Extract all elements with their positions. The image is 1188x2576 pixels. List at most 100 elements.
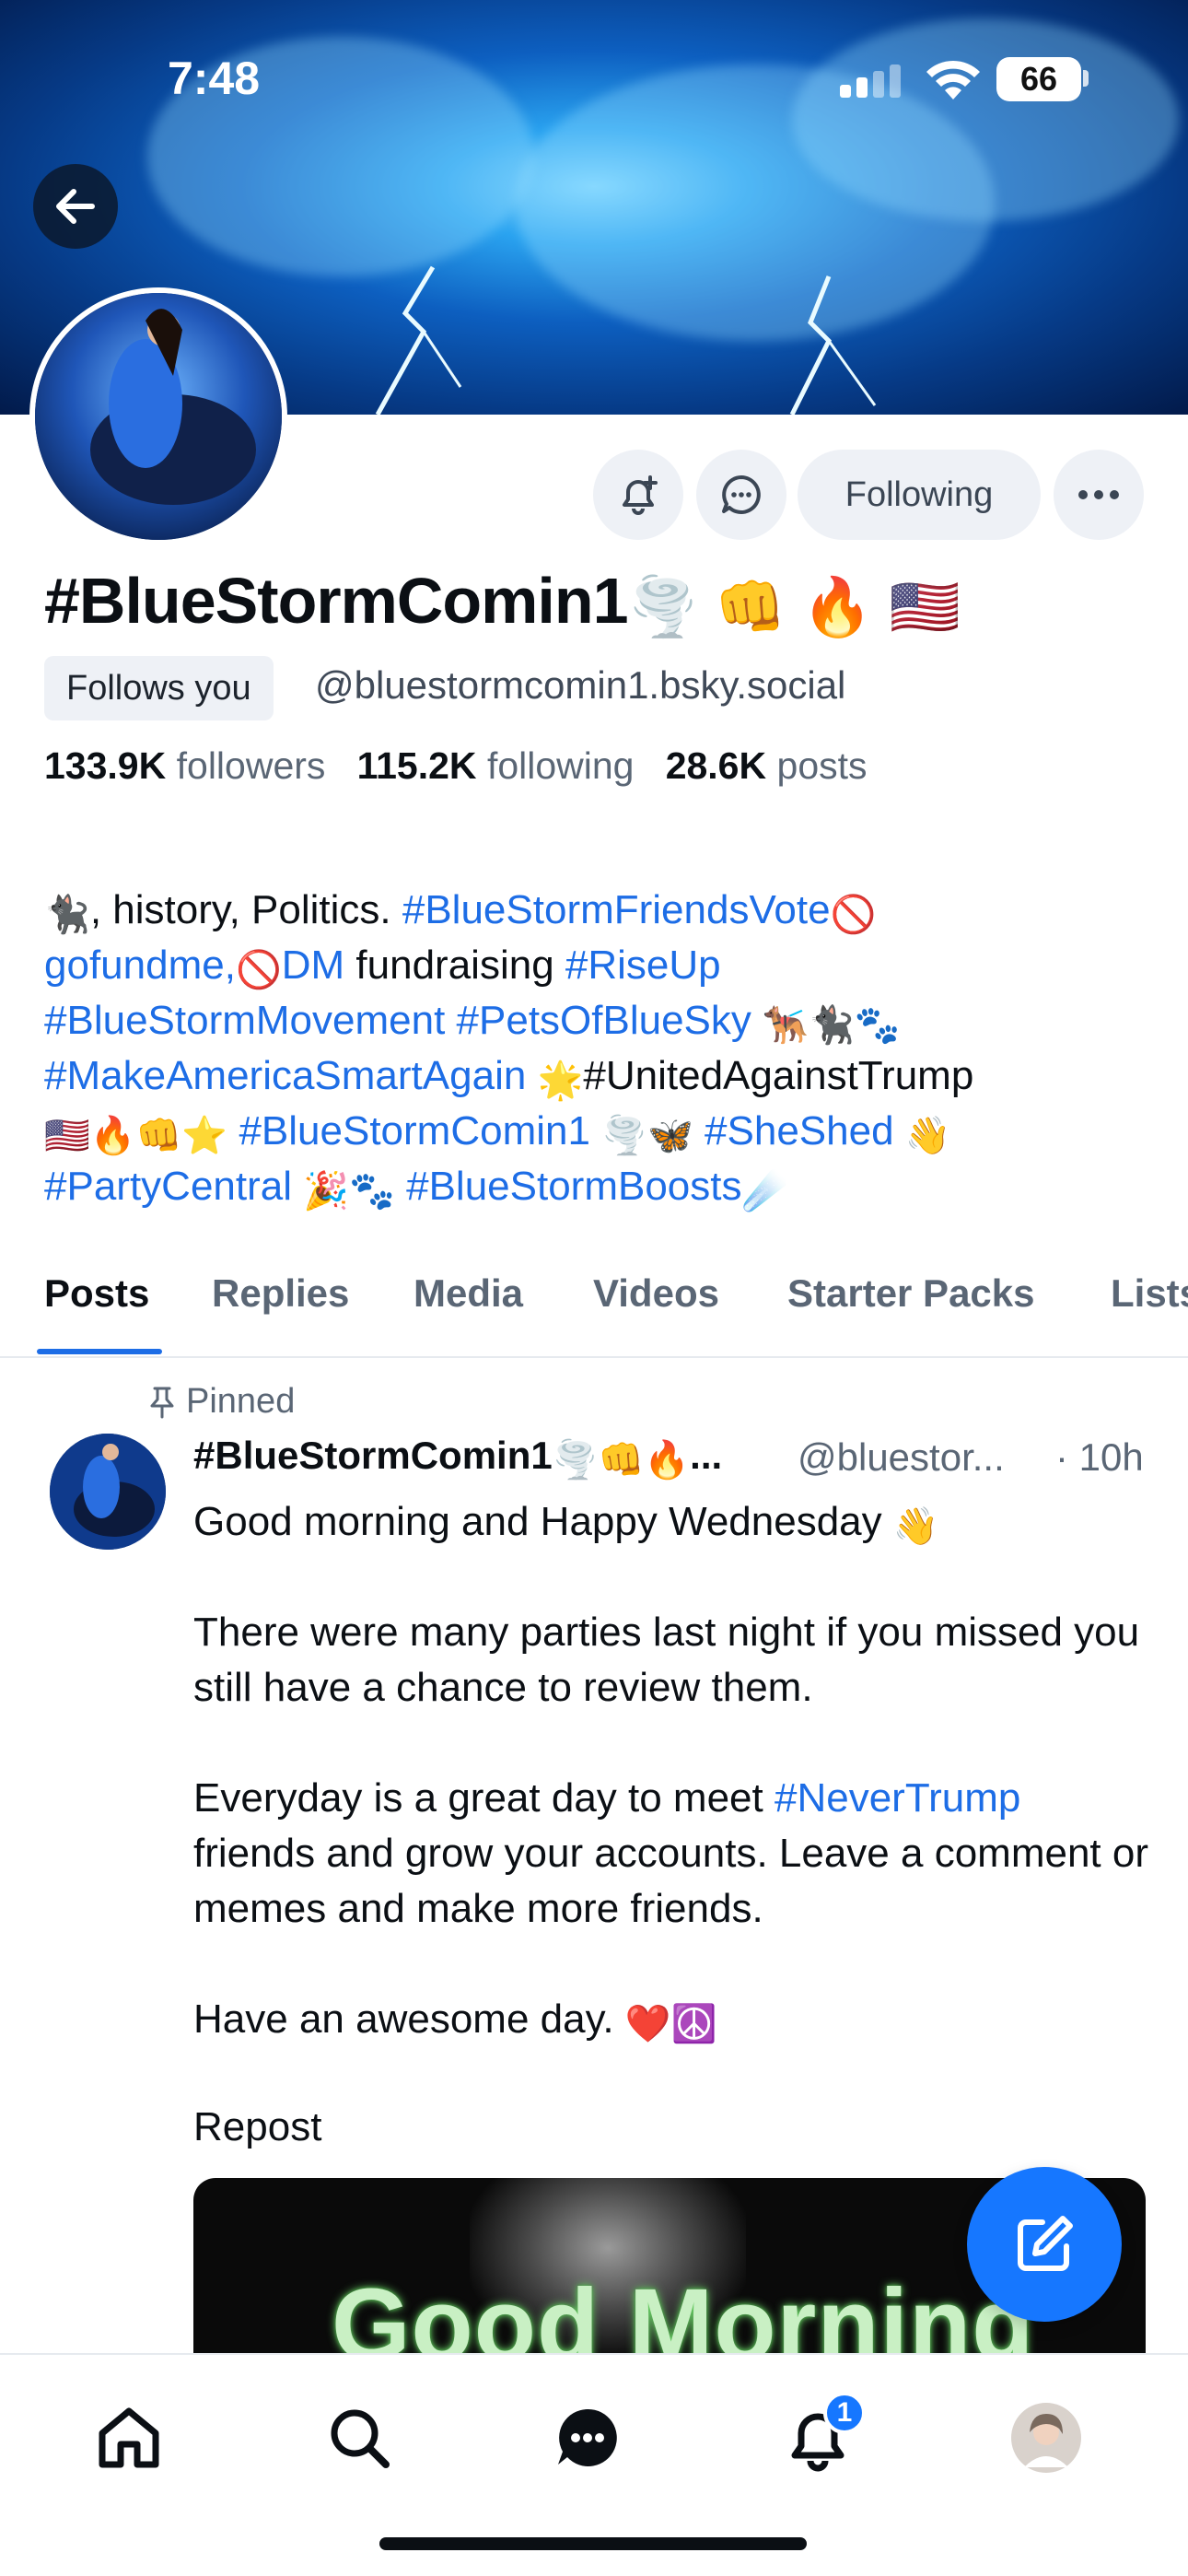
message-button[interactable] [696, 450, 786, 540]
us-flag-emoji: 🇺🇸 [889, 576, 961, 639]
bio-line: gofundme,🚫DM fundraising #RiseUp [44, 938, 1168, 993]
image-text: Good Morning [332, 2268, 1035, 2353]
subscribe-notifications-button[interactable] [593, 450, 683, 540]
tab-starter-packs[interactable]: Starter Packs [787, 1271, 1035, 1316]
hashtag-link[interactable]: #PartyCentral [44, 1164, 292, 1209]
hashtag-link[interactable]: #BlueStormMovement [44, 998, 445, 1043]
followers-stat[interactable]: 133.9K followers [44, 744, 325, 787]
nav-notifications[interactable]: 1 [772, 2392, 866, 2484]
home-icon [99, 2407, 159, 2468]
hashtag-link[interactable]: #SheShed [705, 1108, 894, 1153]
tab-replies[interactable]: Replies [212, 1271, 349, 1316]
more-options-button[interactable] [1054, 450, 1144, 540]
cat-emoji: 🐈‍⬛ [44, 895, 90, 935]
post-author-name[interactable]: #BlueStormComin1🌪️👊🔥... [193, 1434, 722, 1479]
followers-count: 133.9K [44, 744, 167, 787]
post-author-avatar[interactable] [50, 1434, 166, 1550]
following-button[interactable]: Following [798, 450, 1041, 540]
posts-count: 28.6K [665, 744, 767, 787]
bio-text: fundraising [344, 943, 565, 988]
hashtag-link[interactable]: #PetsOfBlueSky [457, 998, 751, 1043]
following-button-label: Following [844, 474, 994, 514]
bell-plus-icon [623, 475, 658, 515]
pinned-indicator: Pinned [147, 1382, 295, 1422]
profile-avatar-icon [1011, 2403, 1081, 2473]
following-label: following [486, 744, 635, 787]
hashtag-link[interactable]: #BlueStormComin1 [239, 1108, 590, 1153]
hashtag-link[interactable]: #BlueStormBoosts [406, 1164, 741, 1209]
tab-posts[interactable]: Posts [44, 1271, 149, 1316]
compose-post-button[interactable] [967, 2167, 1122, 2322]
chat-icon [558, 2408, 617, 2466]
bio-line: 🐈‍⬛, history, Politics. #BlueStormFriend… [44, 883, 1168, 938]
post-text: Good morning and Happy Wednesday [193, 1499, 893, 1544]
profile-bio: 🐈‍⬛, history, Politics. #BlueStormFriend… [44, 883, 1168, 1214]
wave-emoji: 👋 [904, 1116, 951, 1156]
bio-link[interactable]: gofundme, [44, 943, 236, 988]
avatar-image [50, 1434, 166, 1550]
profile-tabs: Posts Replies Media Videos Starter Packs… [0, 1259, 1188, 1358]
post-timestamp[interactable]: · 10h [1055, 1435, 1144, 1480]
profile-stats: 133.9K followers 115.2K following 28.6K … [44, 744, 868, 788]
prohibited-emoji: 🚫 [235, 950, 282, 990]
fist-emoji: 👊 [715, 576, 786, 639]
cellular-signal-icon [840, 64, 901, 98]
back-button[interactable] [33, 164, 118, 249]
arrow-left-icon [56, 189, 95, 224]
tornado-emoji: 🌪️ [627, 576, 699, 639]
pinned-label: Pinned [186, 1382, 296, 1421]
post-paragraph: Good morning and Happy Wednesday 👋 [193, 1494, 1151, 1550]
follows-you-badge: Follows you [44, 656, 274, 720]
notification-badge: 1 [823, 2392, 866, 2434]
tab-lists[interactable]: Lists [1111, 1271, 1188, 1316]
star-emoji: 🌟 [537, 1060, 584, 1101]
nav-profile[interactable] [1000, 2392, 1092, 2484]
wave-emoji: 👋 [892, 1506, 939, 1547]
status-time: 7:48 [168, 53, 261, 104]
post-author-text: #BlueStormComin1 [193, 1434, 553, 1477]
bio-text: #UnitedAgainstTrump [583, 1053, 974, 1098]
tornado-butterfly-emoji: 🌪️🦋 [601, 1116, 693, 1156]
bio-text: , history, Politics. [89, 887, 402, 932]
post-text: friends and grow your accounts. Leave a … [193, 1831, 1148, 1931]
nav-home[interactable] [83, 2392, 175, 2484]
post-paragraph: Everyday is a great day to meet #NeverTr… [193, 1771, 1151, 1937]
posts-label: posts [776, 744, 868, 787]
avatar-image [35, 293, 282, 540]
hashtag-link[interactable]: #NeverTrump [775, 1775, 1020, 1821]
party-paws-emoji: 🎉🐾 [303, 1171, 395, 1212]
pin-icon [150, 1387, 174, 1418]
ellipsis-icon [1078, 490, 1119, 499]
post-text: Have an awesome day. [193, 1996, 625, 2042]
flag-fire-fist-star-emoji: 🇺🇸🔥👊⭐ [44, 1116, 228, 1156]
display-name-text: #BlueStormComin1 [44, 565, 629, 637]
hashtag-link[interactable]: #MakeAmericaSmartAgain [44, 1053, 526, 1098]
profile-handle: @bluestormcomin1.bsky.social [315, 663, 846, 707]
tab-videos[interactable]: Videos [593, 1271, 719, 1316]
battery-indicator: 66 [996, 57, 1081, 101]
hashtag-link[interactable]: #BlueStormFriendsVote [402, 887, 831, 932]
posts-stat: 28.6K posts [666, 744, 868, 787]
compose-pencil-icon [1018, 2216, 1073, 2271]
tab-media[interactable]: Media [413, 1271, 523, 1316]
author-ellipsis: ... [690, 1434, 723, 1477]
post-body[interactable]: Good morning and Happy Wednesday 👋 There… [193, 1494, 1151, 2102]
bio-line: #PartyCentral 🎉🐾 #BlueStormBoosts☄️ [44, 1159, 1168, 1214]
pets-emoji: 🐕‍🦺🐈‍⬛🐾 [763, 1005, 901, 1046]
hashtag-link[interactable]: #RiseUp [565, 943, 721, 988]
active-tab-indicator [37, 1349, 162, 1354]
following-count: 115.2K [356, 744, 477, 787]
bio-link[interactable]: DM [282, 943, 344, 988]
search-icon [331, 2409, 390, 2468]
nav-search[interactable] [313, 2392, 405, 2484]
status-bar: 7:48 66 [0, 0, 1188, 147]
followers-label: followers [176, 744, 326, 787]
nav-messages[interactable] [542, 2392, 634, 2484]
profile-display-name: #BlueStormComin1🌪️ 👊 🔥 🇺🇸 [44, 564, 961, 639]
prohibited-emoji: 🚫 [830, 895, 877, 935]
post-author-handle[interactable]: @bluestor... [798, 1435, 1005, 1480]
post-text: Everyday is a great day to meet [193, 1775, 775, 1821]
bio-line: 🇺🇸🔥👊⭐ #BlueStormComin1 🌪️🦋 #SheShed 👋 [44, 1104, 1168, 1159]
following-stat[interactable]: 115.2K following [357, 744, 635, 787]
profile-avatar[interactable] [29, 287, 287, 545]
